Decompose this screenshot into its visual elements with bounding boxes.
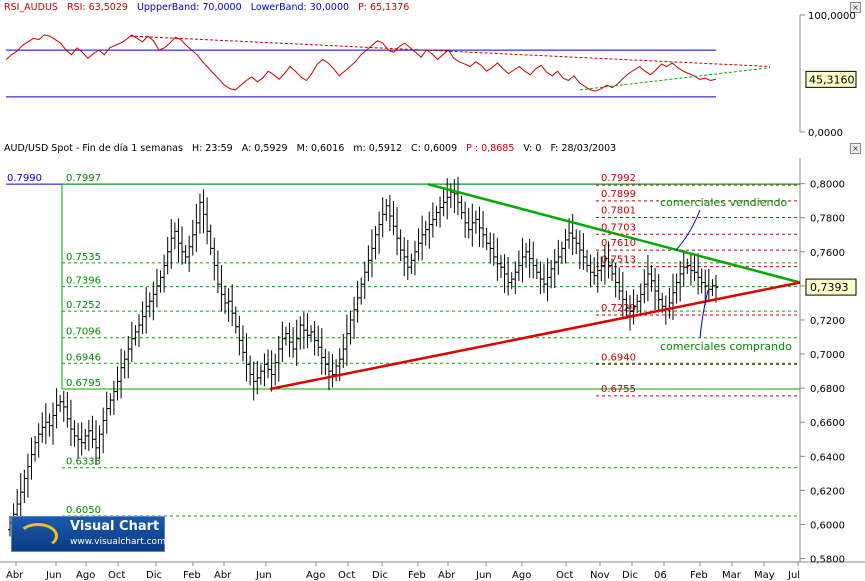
price-y-tick-label: 0,5800 [810, 555, 845, 566]
price-x-tick-label: Dic [372, 570, 388, 581]
price-chart: 0,80000,78000,76000,74000,72000,70000,68… [0, 158, 865, 581]
price-y-tick-label: 0,8000 [810, 180, 845, 191]
logo-url: www.visualchart.com [70, 537, 166, 547]
price-y-tick-label: 0,7800 [810, 214, 845, 225]
price-y-tick-label: 0,7200 [810, 316, 845, 327]
price-y-tick-label: 0,6000 [810, 521, 845, 532]
fib-right-label: 0.6755 [601, 384, 636, 395]
price-x-tick-label: Feb [183, 570, 201, 581]
price-x-tick-label: Dic [146, 570, 162, 581]
rsi-tick-label: 100,0000 [808, 11, 856, 22]
fib-right-label: 0.7610 [601, 238, 636, 249]
fib-right-label: 0.7229 [601, 303, 636, 314]
price-y-tick-label: 0,6800 [810, 384, 845, 395]
logo-swoosh-icon [18, 523, 58, 549]
price-x-tick-label: Feb [408, 570, 426, 581]
fib-right-label: 0.7899 [601, 189, 636, 200]
price-x-tick-label: Oct [338, 570, 355, 581]
current-price-label: 0,7393 [810, 281, 849, 294]
rsi-current-value-label: 45,3160 [809, 73, 855, 86]
price-y-tick-label: 0,6400 [810, 452, 845, 463]
price-y-tick-label: 0,6200 [810, 486, 845, 497]
fib-left-label: 0.6050 [66, 505, 101, 516]
price-x-tick-label: Ago [512, 570, 531, 581]
price-x-tick-label: Jul [787, 570, 800, 581]
fib-left-label: 0.7252 [66, 300, 101, 311]
price-y-tick-label: 0,7600 [810, 248, 845, 259]
fib-left-label: 0.7096 [66, 327, 101, 338]
fib-left-label: 0.7396 [66, 276, 101, 287]
price-x-tick-label: Jun [45, 570, 62, 581]
price-x-tick-label: Abr [214, 570, 232, 581]
fib-right-label: 0.7801 [601, 206, 636, 217]
price-panel: AUD/USD Spot - Fin de día 1 semanas H: 2… [0, 140, 865, 581]
annotation-comerciales-comprando: comerciales comprando [660, 340, 792, 353]
fib-left-label: 0.7997 [66, 173, 101, 184]
price-x-tick-label: May [754, 570, 775, 581]
fib-left-label: 0.7535 [66, 252, 101, 263]
rsi-panel: RSI_AUDUS RSI: 63,5029 UppperBand: 70,00… [0, 0, 865, 141]
fib-right-label: 0.7992 [601, 173, 636, 184]
left-level-label: 0.7990 [7, 173, 42, 184]
rsi-resistance-trendline [129, 35, 771, 67]
visual-chart-logo: Visual Chart www.visualchart.com [11, 516, 166, 552]
fib-right-label: 0.7513 [601, 255, 636, 266]
price-x-tick-label: Feb [690, 570, 708, 581]
price-x-tick-label: Jun [255, 570, 272, 581]
annotation-arrow-vendiendo [675, 209, 701, 251]
fib-left-label: 0.6795 [66, 378, 101, 389]
price-x-tick-label: Dic [622, 570, 638, 581]
price-x-tick-label: Abr [438, 570, 456, 581]
fib-left-label: 0.6946 [66, 352, 101, 363]
price-x-tick-label: 06 [654, 570, 667, 581]
price-x-tick-label: Mar [722, 570, 742, 581]
annotation-arrow-comprando [699, 289, 709, 339]
support-trendline [269, 281, 801, 391]
fib-right-label: 0.6940 [601, 352, 636, 363]
rsi-line [5, 34, 717, 92]
price-x-tick-label: Ago [76, 570, 95, 581]
price-x-tick-label: Oct [556, 570, 573, 581]
rsi-support-trendline [579, 67, 771, 91]
logo-brand: Visual Chart [70, 519, 160, 534]
price-y-tick-label: 0,7000 [810, 350, 845, 361]
annotation-comerciales-vendiendo: comerciales vendiendo [660, 196, 787, 209]
price-x-tick-label: Abr [6, 570, 24, 581]
rsi-chart: 100,0000 0,0000 45,3160 [5, 11, 857, 139]
price-x-tick-label: Oct [108, 570, 125, 581]
price-x-tick-label: Jun [475, 570, 492, 581]
price-x-tick-label: Nov [590, 570, 610, 581]
price-y-tick-label: 0,6600 [810, 418, 845, 429]
rsi-tick-label: 0,0000 [808, 128, 843, 139]
price-x-tick-label: Ago [306, 570, 325, 581]
